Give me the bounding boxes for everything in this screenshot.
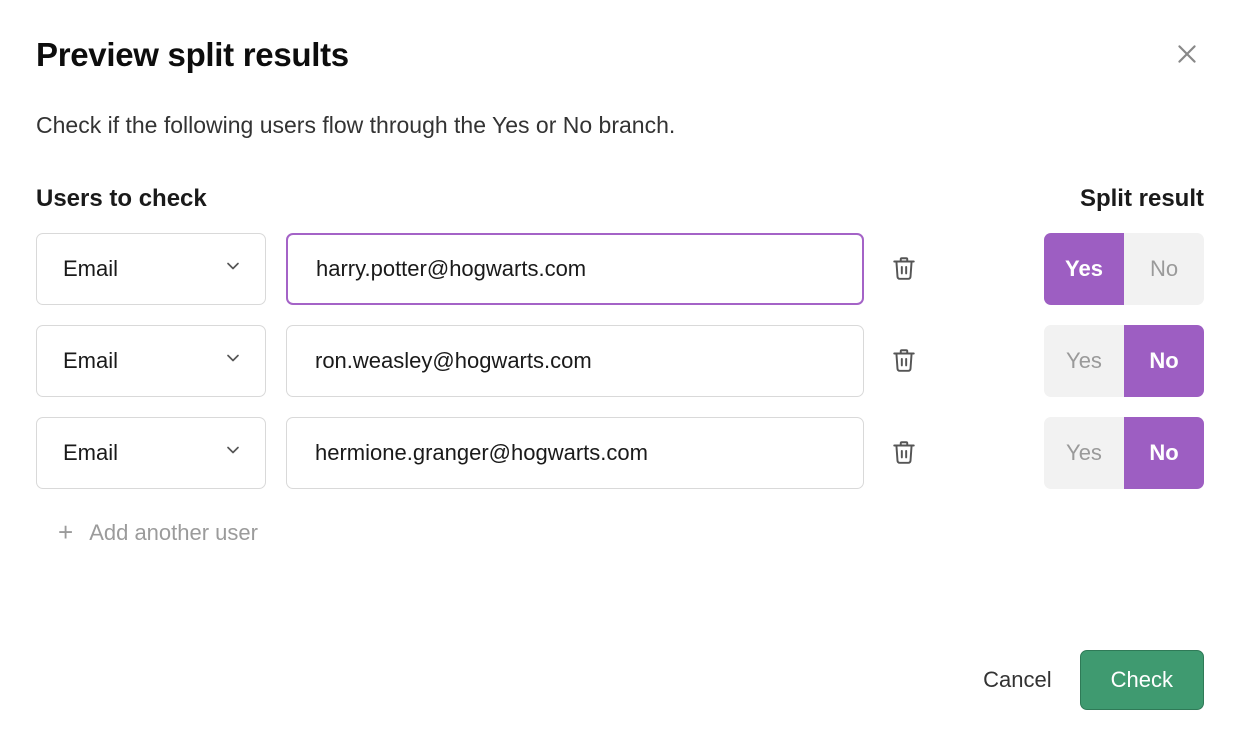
user-row: Email YesNo xyxy=(36,233,1204,305)
type-select[interactable]: Email xyxy=(36,417,266,489)
trash-icon xyxy=(891,347,917,376)
result-yes: Yes xyxy=(1044,417,1124,489)
split-result-indicator: YesNo xyxy=(1044,233,1204,305)
close-button[interactable] xyxy=(1170,38,1204,72)
delete-row-button[interactable] xyxy=(884,341,924,381)
result-no: No xyxy=(1124,417,1204,489)
modal-subtitle: Check if the following users flow throug… xyxy=(36,112,1204,139)
cancel-button[interactable]: Cancel xyxy=(983,667,1051,693)
type-select-label: Email xyxy=(63,256,118,282)
delete-row-button[interactable] xyxy=(884,433,924,473)
user-value-input[interactable] xyxy=(286,325,864,397)
result-no: No xyxy=(1124,325,1204,397)
type-select[interactable]: Email xyxy=(36,233,266,305)
add-user-button[interactable]: + Add another user xyxy=(36,517,1204,548)
user-row: Email YesNo xyxy=(36,325,1204,397)
check-button[interactable]: Check xyxy=(1080,650,1204,710)
close-icon xyxy=(1174,41,1200,70)
user-value-input[interactable] xyxy=(286,233,864,305)
result-yes: Yes xyxy=(1044,233,1124,305)
plus-icon: + xyxy=(58,517,73,548)
type-select-label: Email xyxy=(63,440,118,466)
users-to-check-label: Users to check xyxy=(36,185,207,213)
add-user-label: Add another user xyxy=(89,520,258,546)
delete-row-button[interactable] xyxy=(884,249,924,289)
trash-icon xyxy=(891,439,917,468)
user-value-input[interactable] xyxy=(286,417,864,489)
chevron-down-icon xyxy=(223,440,243,466)
result-no: No xyxy=(1124,233,1204,305)
type-select[interactable]: Email xyxy=(36,325,266,397)
result-yes: Yes xyxy=(1044,325,1124,397)
modal-title: Preview split results xyxy=(36,36,349,74)
split-result-indicator: YesNo xyxy=(1044,417,1204,489)
chevron-down-icon xyxy=(223,348,243,374)
split-result-indicator: YesNo xyxy=(1044,325,1204,397)
split-result-label: Split result xyxy=(1080,185,1204,213)
user-row: Email YesNo xyxy=(36,417,1204,489)
trash-icon xyxy=(891,255,917,284)
type-select-label: Email xyxy=(63,348,118,374)
chevron-down-icon xyxy=(223,256,243,282)
